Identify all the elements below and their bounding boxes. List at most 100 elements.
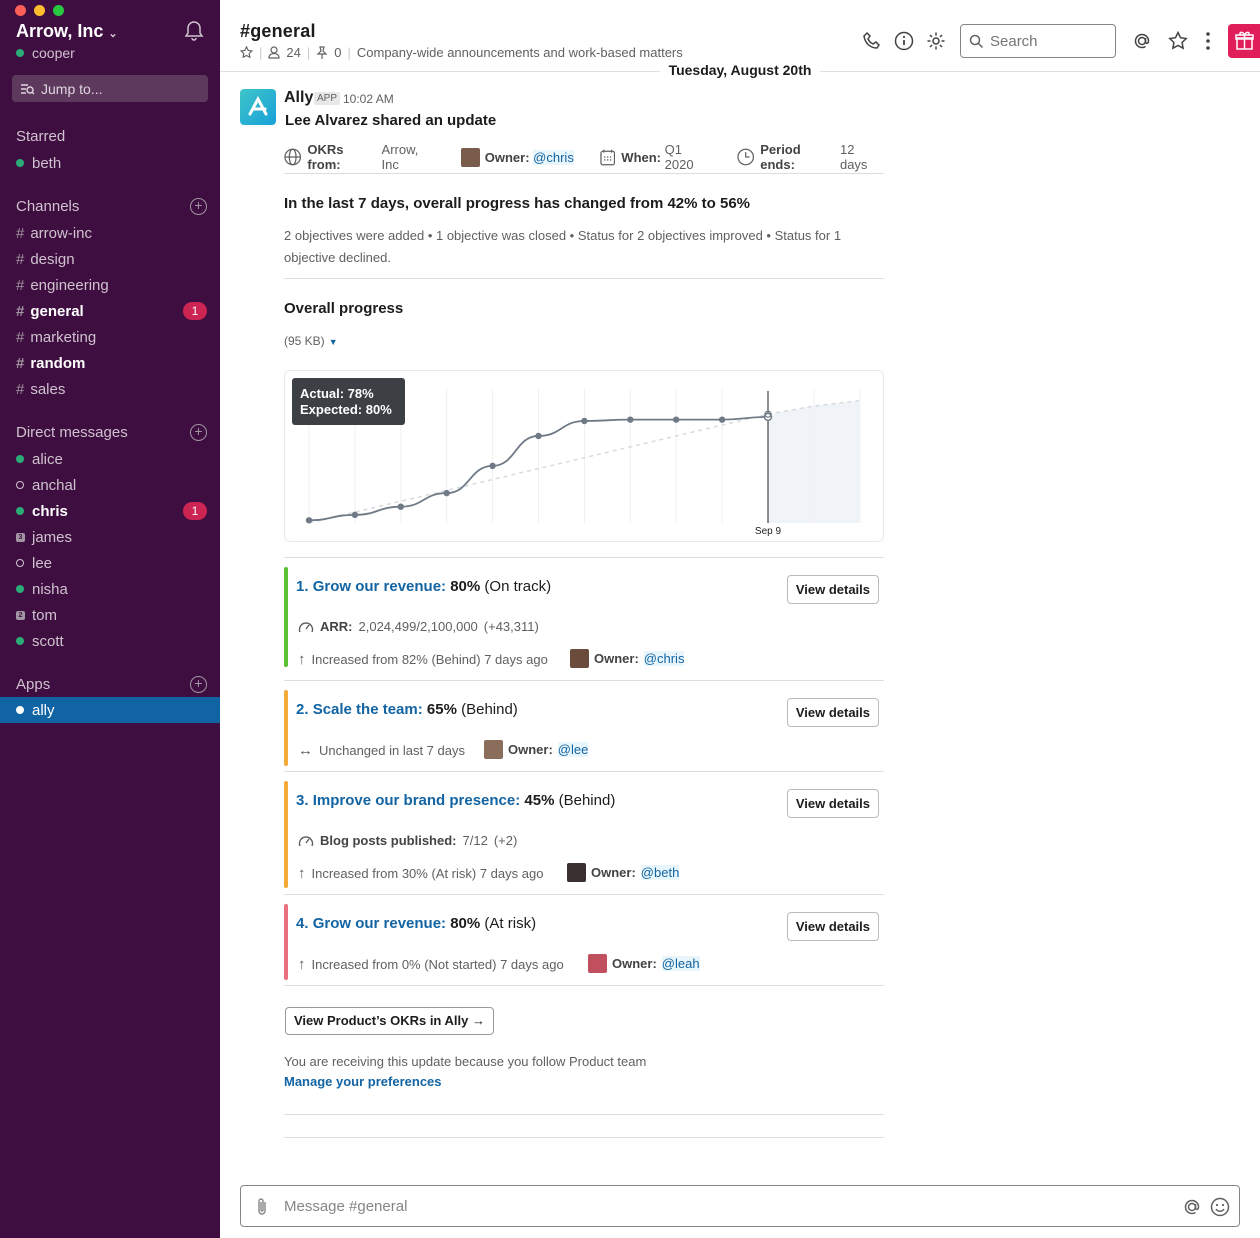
metric-delta: (+2) [493, 833, 518, 848]
sidebar-item-alice[interactable]: alice [16, 446, 63, 472]
sidebar-item-design[interactable]: # design [16, 246, 75, 272]
dm-header[interactable]: Direct messages [16, 424, 128, 441]
search-input[interactable]: Search [960, 24, 1116, 58]
more-options-icon[interactable] [1200, 31, 1216, 51]
mentions-icon[interactable] [1132, 31, 1152, 51]
sidebar-item-general[interactable]: # general [16, 298, 84, 324]
sidebar-item-label: design [30, 250, 75, 268]
maximize-window-button[interactable] [53, 5, 64, 16]
message-author[interactable]: Ally [284, 89, 313, 107]
sidebar-item-random[interactable]: # random [16, 350, 85, 376]
sidebar-item-label: lee [32, 554, 53, 572]
objective-num[interactable]: 3. [296, 792, 309, 809]
sidebar-item-james[interactable]: 3 james [16, 524, 72, 550]
owner-mention[interactable]: @beth [640, 865, 680, 880]
trend-text: Unchanged in last 7 days [319, 743, 465, 758]
avatar[interactable] [570, 649, 589, 668]
owner-mention[interactable]: @lee [557, 742, 589, 757]
sidebar-item-label: nisha [32, 580, 68, 598]
add-channel-icon[interactable]: + [190, 198, 207, 215]
channel-topic[interactable]: Company-wide announcements and work-base… [357, 45, 683, 60]
forecast-area [768, 400, 860, 523]
star-icon[interactable] [240, 46, 253, 59]
avatar[interactable] [588, 954, 607, 973]
workspace-switcher[interactable]: Arrow, Inc ⌄ [16, 21, 118, 42]
objective-card: 1. Grow our revenue: 80% (On track) View… [284, 567, 884, 668]
metric-value: 2,024,499/2,100,000 [358, 619, 478, 634]
jump-to-button[interactable]: Jump to... [12, 75, 208, 102]
objective-num[interactable]: 4. [296, 915, 309, 932]
objective-title: 4. Grow our revenue: 80% (At risk) [296, 915, 536, 932]
info-icon[interactable] [894, 31, 914, 51]
sidebar-item-nisha[interactable]: nisha [16, 576, 68, 602]
objective-link[interactable]: Scale the team: [313, 701, 423, 718]
search-icon [969, 34, 984, 48]
sidebar-item-sales[interactable]: # sales [16, 376, 65, 402]
data-point [627, 416, 634, 423]
pin-icon[interactable] [316, 46, 328, 59]
add-app-icon[interactable]: + [190, 676, 207, 693]
divider [284, 771, 884, 772]
sidebar-item-scott[interactable]: scott [16, 628, 64, 654]
pin-count[interactable]: 0 [334, 45, 341, 60]
member-count[interactable]: 24 [286, 45, 300, 60]
star-icon[interactable] [1168, 31, 1188, 51]
objective-title: 1. Grow our revenue: 80% (On track) [296, 578, 551, 595]
paperclip-icon[interactable] [255, 1197, 269, 1217]
gift-button[interactable] [1228, 24, 1260, 58]
objective-num[interactable]: 2. [296, 701, 309, 718]
sidebar-item-chris[interactable]: chris [16, 498, 68, 524]
divider: | [306, 45, 311, 60]
attachment-size[interactable]: (95 KB) ▼ [284, 334, 338, 348]
sidebar-item-lee[interactable]: lee [16, 550, 52, 576]
sidebar-item-anchal[interactable]: anchal [16, 472, 76, 498]
sidebar-item-arrow-inc[interactable]: # arrow-inc [16, 220, 92, 246]
date-divider[interactable]: Tuesday, August 20th [660, 62, 820, 78]
objective-status: (On track) [484, 578, 552, 595]
view-details-button[interactable]: View details [786, 698, 879, 727]
view-details-button[interactable]: View details [786, 789, 879, 818]
trend-row: ↑ Increased from 30% (At risk) 7 days ag… [298, 865, 543, 882]
sidebar-item-marketing[interactable]: # marketing [16, 324, 96, 350]
add-dm-icon[interactable]: + [190, 424, 207, 441]
divider [284, 1114, 884, 1115]
owner-mention[interactable]: @leah [661, 956, 700, 971]
close-window-button[interactable] [15, 5, 26, 16]
minimize-window-button[interactable] [34, 5, 45, 16]
sidebar-item-engineering[interactable]: # engineering [16, 272, 109, 298]
starred-header[interactable]: Starred [16, 128, 65, 145]
current-user[interactable]: cooper [16, 45, 75, 61]
avatar[interactable] [484, 740, 503, 759]
objective-link[interactable]: Improve our brand presence: [313, 792, 521, 809]
view-product-okrs-button[interactable]: View Product’s OKRs in Ally → [285, 1007, 494, 1035]
trend-text: Increased from 82% (Behind) 7 days ago [311, 652, 548, 667]
sidebar-item-tom[interactable]: 2 tom [16, 602, 57, 628]
channels-header[interactable]: Channels [16, 198, 79, 215]
ally-avatar[interactable] [240, 89, 276, 125]
view-details-button[interactable]: View details [786, 912, 879, 941]
gear-icon[interactable] [926, 31, 946, 51]
owner-mention[interactable]: @chris [533, 149, 574, 165]
objective-num[interactable]: 1. [296, 578, 309, 595]
avatar[interactable] [567, 863, 586, 882]
message-input[interactable]: Message #general [240, 1185, 1240, 1227]
sidebar-item-beth[interactable]: beth [16, 150, 61, 176]
objective-title: 3. Improve our brand presence: 45% (Behi… [296, 792, 615, 809]
mention-icon[interactable] [1182, 1197, 1202, 1217]
view-details-button[interactable]: View details [786, 575, 879, 604]
objective-link[interactable]: Grow our revenue: [313, 915, 446, 932]
owner-mention[interactable]: @chris [643, 651, 685, 666]
members-icon[interactable] [268, 46, 280, 59]
objective-link[interactable]: Grow our revenue: [313, 578, 446, 595]
message-time[interactable]: 10:02 AM [343, 92, 394, 106]
manage-preferences-link[interactable]: Manage your preferences [284, 1074, 442, 1089]
channel-title[interactable]: #general [240, 21, 316, 42]
sidebar: Arrow, Inc ⌄ cooper Jump to... Starred be… [0, 0, 220, 1238]
avatar[interactable] [461, 147, 480, 167]
metric-row: Blog posts published: 7/12 (+2) [298, 833, 517, 848]
emoji-icon[interactable] [1210, 1197, 1230, 1217]
sidebar-item-ally[interactable]: ally [16, 697, 55, 723]
bell-icon[interactable] [184, 20, 204, 42]
apps-header[interactable]: Apps [16, 676, 50, 693]
phone-icon[interactable] [862, 31, 882, 51]
